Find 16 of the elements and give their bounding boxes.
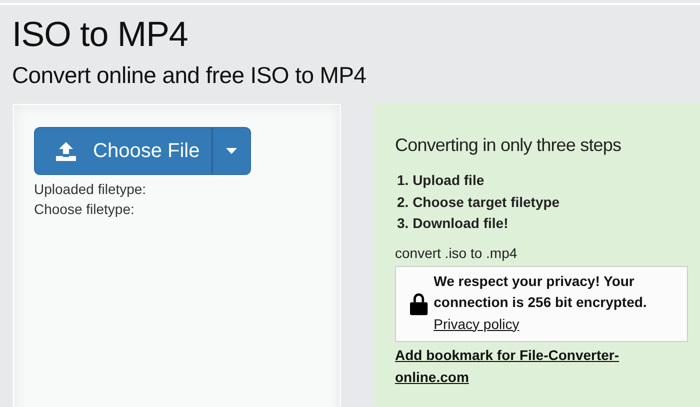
field-label: Uploaded filetype:: [34, 180, 148, 199]
choose-file-button[interactable]: Choose File: [34, 127, 212, 175]
dropdown-toggle-button[interactable]: [212, 127, 251, 175]
privacy-text: We respect your privacy! Your connection is 256 bit encrypted.: [434, 272, 648, 312]
step-item: 1. Upload file: [396, 171, 486, 190]
steps-heading: Converting in only three steps: [395, 134, 622, 156]
step-item: 3. Download file!: [396, 214, 510, 233]
conversion-label: convert .iso to .mp4: [395, 244, 518, 262]
privacy-policy-link[interactable]: Privacy policy: [434, 316, 520, 332]
step-item: 2. Choose target filetype: [396, 192, 561, 212]
page-subtitle: Convert online and free ISO to MP4: [12, 61, 368, 89]
caret-icon: [226, 148, 237, 154]
bookmark-link[interactable]: Add bookmark for File-Converter-online.com: [395, 344, 655, 388]
upload-icon: [55, 141, 77, 161]
field-label: Choose filetype:: [34, 200, 136, 219]
page-title: ISO to MP4: [12, 15, 189, 55]
